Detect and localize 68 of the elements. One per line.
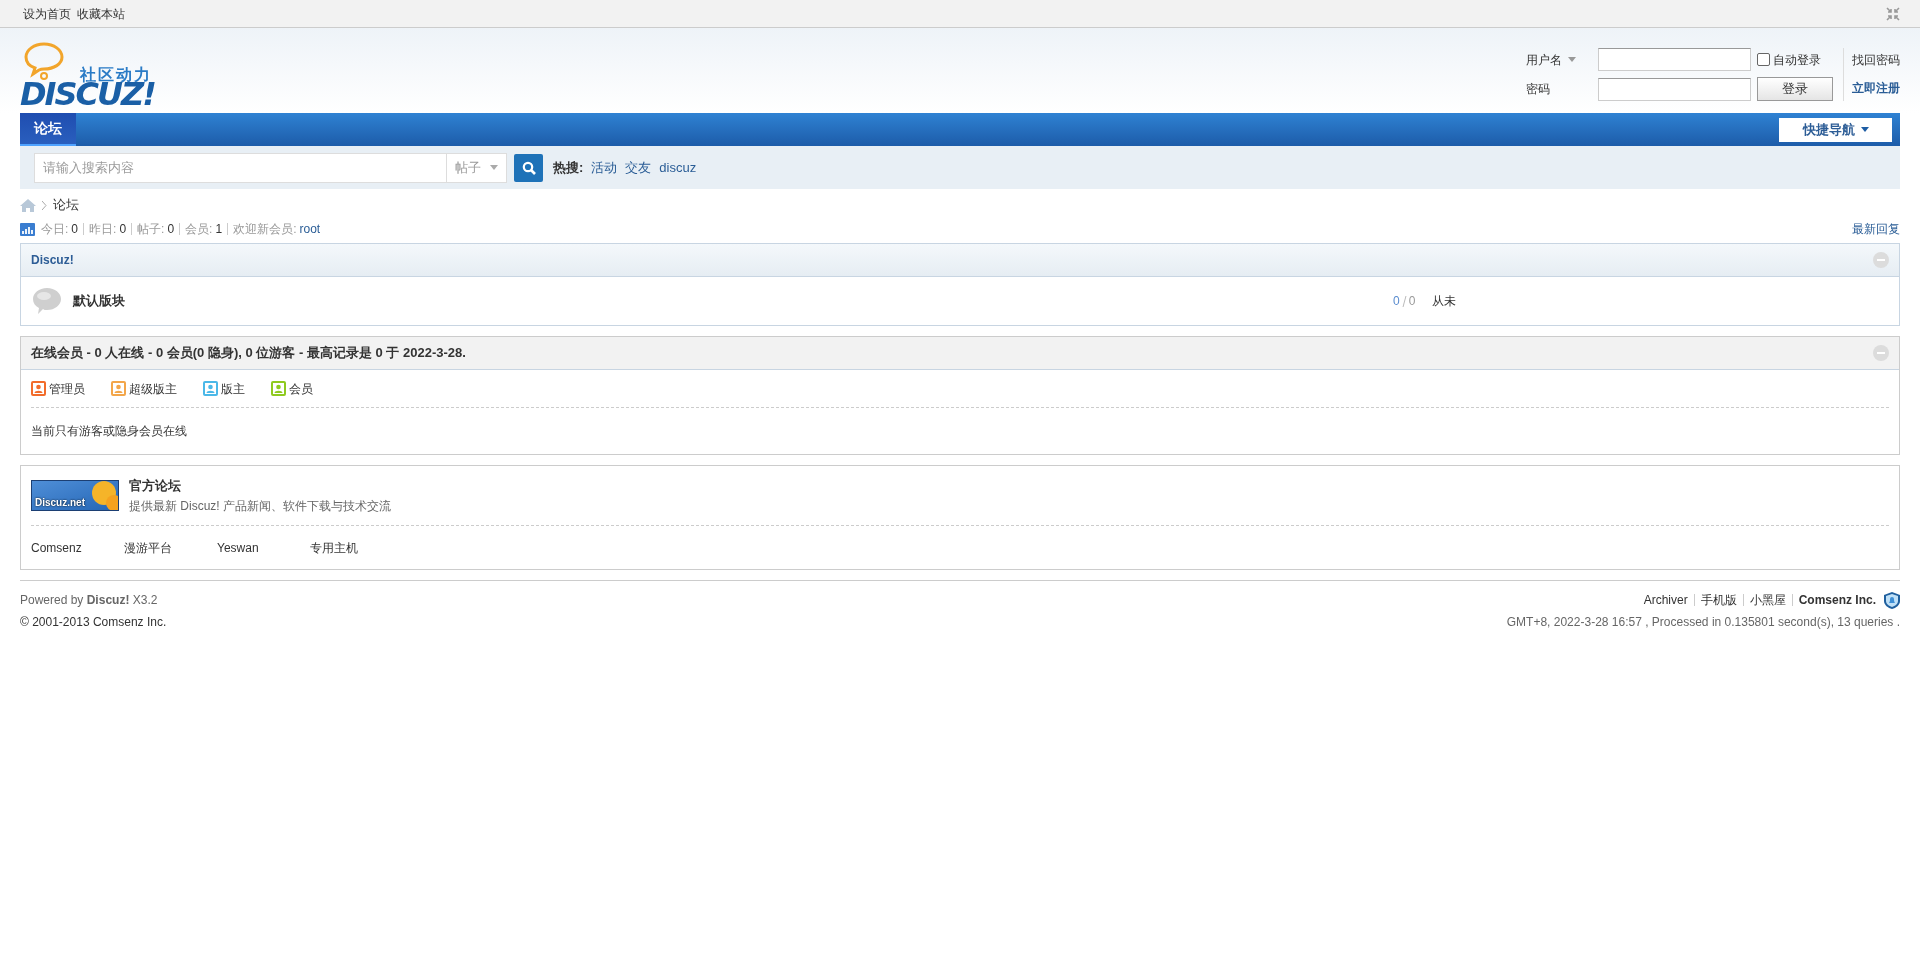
featured-link-description: 提供最新 Discuz! 产品新闻、软件下载与技术交流 xyxy=(129,498,391,516)
home-icon[interactable] xyxy=(20,198,36,212)
stats-icon xyxy=(20,222,35,236)
hot-search-link[interactable]: discuz xyxy=(659,157,697,178)
online-message: 当前只有游客或隐身会员在线 xyxy=(31,423,188,440)
top-link[interactable]: 设为首页 xyxy=(23,4,71,23)
stat-value: 0 xyxy=(167,221,175,238)
member-link[interactable]: root xyxy=(299,220,321,238)
top-link[interactable]: 收藏本站 xyxy=(77,4,125,23)
hot-search-label: 热搜: xyxy=(553,158,584,177)
login-link[interactable]: 找回密码 xyxy=(1852,51,1900,69)
online-title: 在线会员 - 0 人在线 - 0 会员(0 隐身), 0 位游客 - 最高记录是 0 于 2022-3-28. xyxy=(31,344,466,363)
username-label: 用户名 xyxy=(1526,51,1562,69)
legend-label: 版主 xyxy=(221,380,245,398)
partner-link[interactable]: Comsenz xyxy=(31,538,124,557)
stat-label: 会员: xyxy=(185,221,213,238)
collapse-icon[interactable] xyxy=(1873,345,1889,361)
featured-link-title[interactable]: 官方论坛 xyxy=(129,475,391,496)
thought-bubble-icon xyxy=(22,42,66,82)
footer-info-text: GMT+8, 2022-3-28 16:57 , Processed in 0.135801 second(s), 13 queries . xyxy=(1506,614,1900,631)
stat-value: 0 xyxy=(71,221,79,238)
discuz-net-banner[interactable]: Discuz.net xyxy=(31,480,119,511)
nav-tab[interactable]: 论坛 xyxy=(20,113,76,146)
search-button[interactable] xyxy=(514,153,543,182)
password-label: 密码 xyxy=(1526,81,1551,98)
stat-label: 今日: xyxy=(41,221,69,238)
login-button[interactable]: 登录 xyxy=(1757,77,1833,101)
username-field[interactable] xyxy=(1598,48,1751,71)
forum-name[interactable]: 默认版块 xyxy=(73,291,1393,311)
category-title[interactable]: Discuz! xyxy=(31,251,74,269)
search-icon xyxy=(521,160,536,175)
caret-icon[interactable] xyxy=(1568,57,1576,62)
chevron-icon xyxy=(42,200,47,210)
last-post-text: 从未 xyxy=(1432,293,1457,310)
breadcrumb-link[interactable]: 论坛 xyxy=(53,195,79,215)
powered-by-text: Powered by Discuz! X3.2 xyxy=(20,592,159,609)
shield-icon[interactable] xyxy=(1884,591,1900,609)
hot-search-link[interactable]: 交友 xyxy=(625,157,652,178)
password-field[interactable] xyxy=(1598,77,1751,101)
partner-link[interactable]: 专用主机 xyxy=(310,538,403,557)
latest-replies-link[interactable]: 最新回复 xyxy=(1852,220,1900,238)
caret-icon[interactable] xyxy=(490,165,498,170)
legend-label: 超级版主 xyxy=(129,380,177,398)
checkbox[interactable] xyxy=(1757,53,1770,66)
stat-label: 昨日: xyxy=(89,221,117,238)
thread-count: 0 xyxy=(1393,293,1400,310)
legend-label: 会员 xyxy=(289,380,313,398)
collapse-icon[interactable] xyxy=(1873,252,1889,268)
stat-label: 帖子: xyxy=(137,221,165,238)
stat-label: 欢迎新会员: xyxy=(233,221,297,238)
login-link[interactable]: 立即注册 xyxy=(1852,79,1900,97)
partner-link[interactable]: Yeswan xyxy=(217,538,310,557)
caret-icon xyxy=(1860,127,1869,132)
collapse-icon[interactable] xyxy=(1886,6,1900,21)
stat-value: 1 xyxy=(215,221,223,238)
footer-link[interactable]: 手机版 xyxy=(1700,591,1737,609)
stat-value: 0 xyxy=(119,221,127,238)
footer-link[interactable]: Comsenz Inc. xyxy=(1798,591,1876,609)
auto-login-label: 自动登录 xyxy=(1773,51,1821,69)
post-count: 0 xyxy=(1408,293,1416,310)
hot-search-link[interactable]: 活动 xyxy=(591,157,618,178)
speech-bubble-icon xyxy=(31,286,63,316)
footer-link[interactable]: Archiver xyxy=(1643,591,1688,609)
partner-link[interactable]: 漫游平台 xyxy=(124,538,217,557)
footer-link[interactable]: 小黑屋 xyxy=(1749,591,1786,609)
copyright-text: © 2001-2013 Comsenz Inc. xyxy=(20,614,167,631)
quick-nav-button[interactable]: 快捷导航 xyxy=(1779,117,1892,142)
legend-label: 管理员 xyxy=(49,380,85,398)
